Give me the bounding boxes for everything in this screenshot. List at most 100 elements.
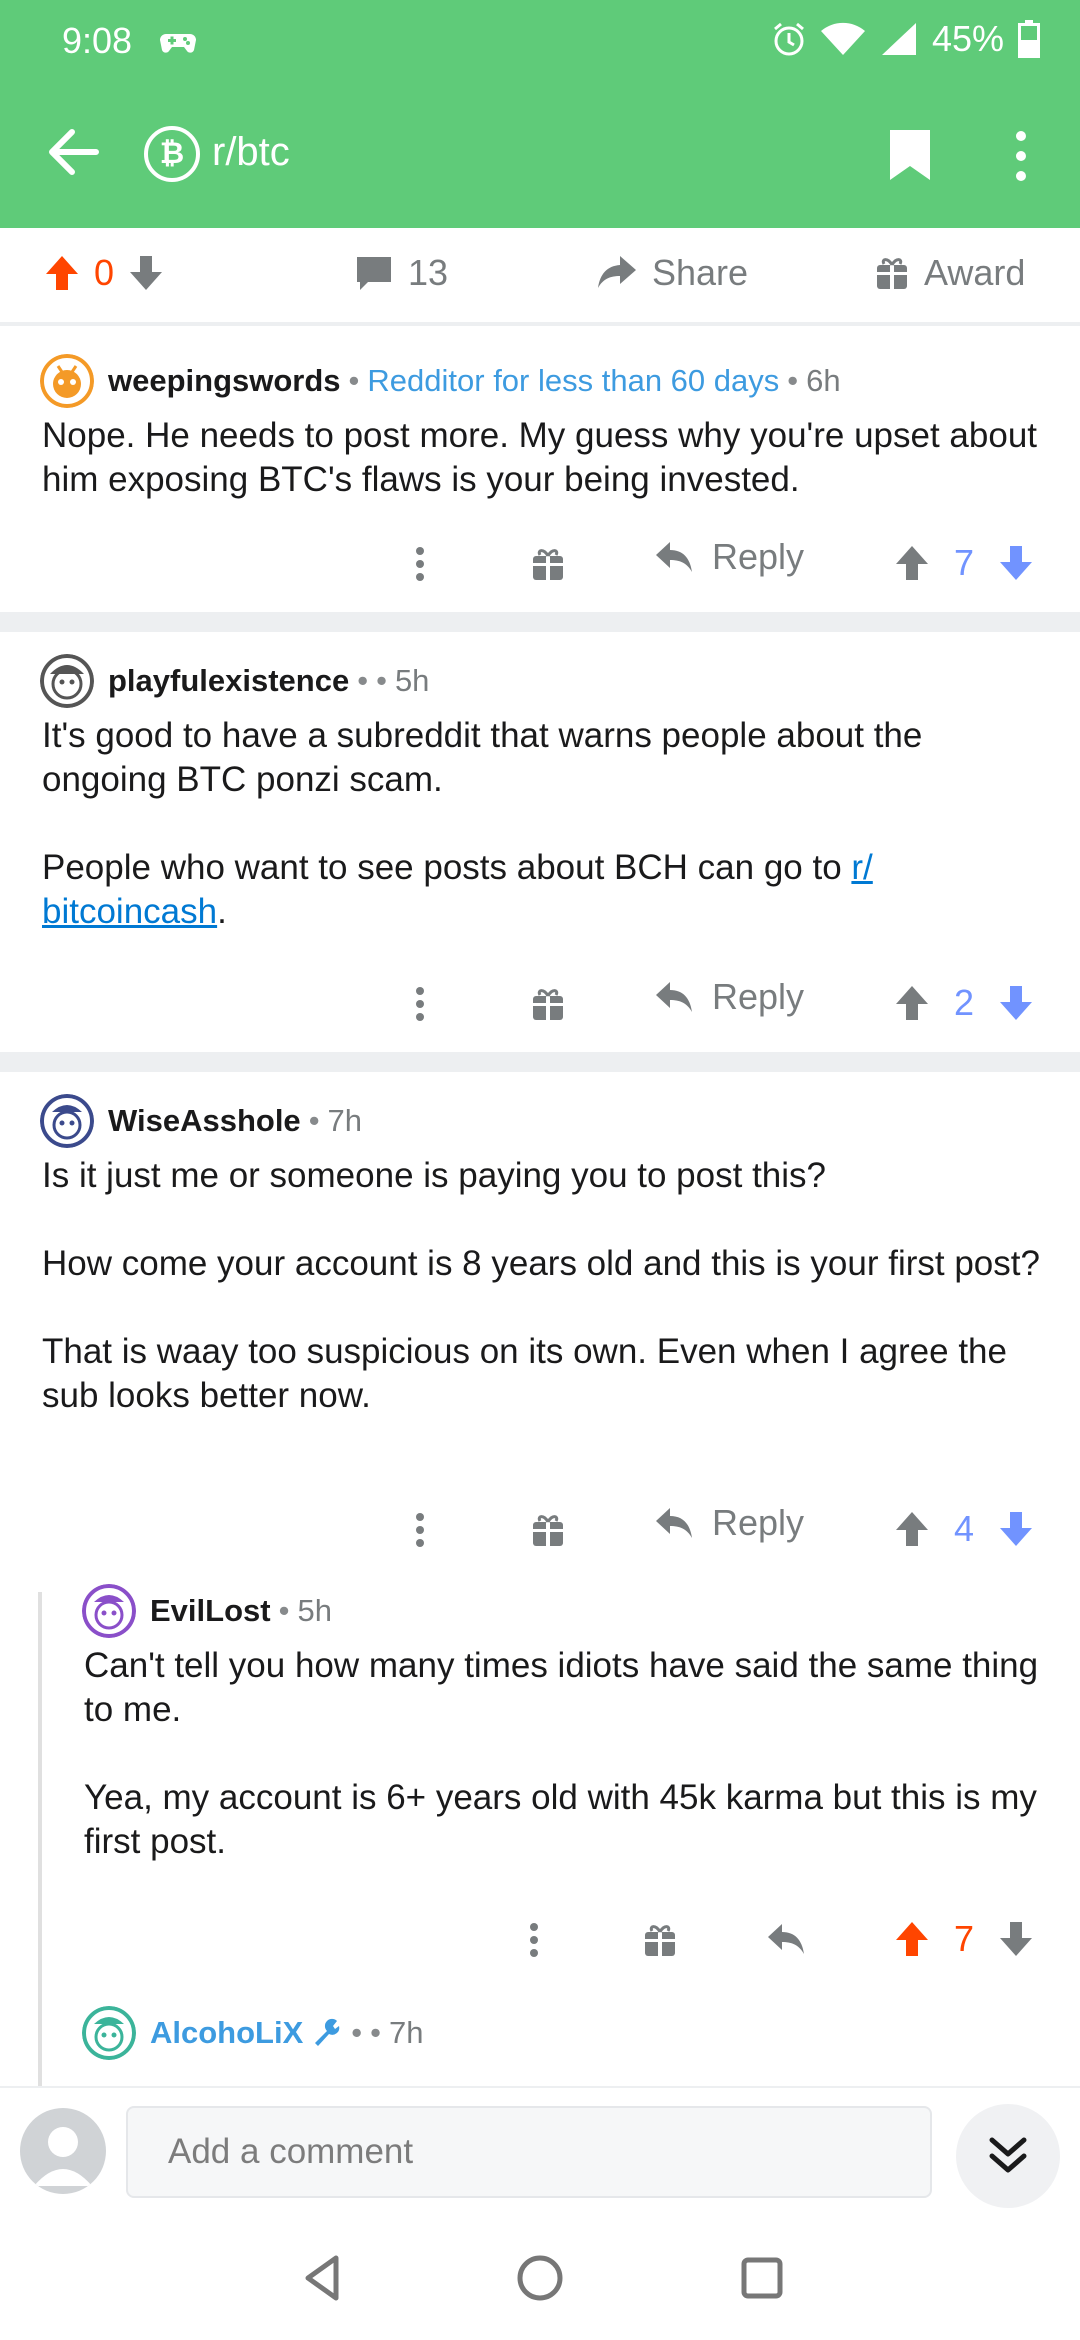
comment-text: How come your account is 8 years old and…: [42, 1244, 1040, 1283]
gift-icon[interactable]: [530, 1512, 566, 1548]
nav-back-icon[interactable]: [296, 2250, 352, 2306]
user-silhouette-icon: [34, 2127, 92, 2186]
comment-score: 7: [954, 1918, 975, 1959]
comment-author[interactable]: playfulexistence: [108, 663, 349, 699]
avatar[interactable]: [40, 354, 94, 408]
gift-icon[interactable]: [530, 986, 566, 1022]
comment-body: Nope. He needs to post more. My guess wh…: [42, 414, 1042, 502]
nav-recents-icon[interactable]: [734, 2250, 790, 2306]
comment-text: People who want to see posts about BCH c…: [42, 846, 1042, 934]
reply-button[interactable]: Reply: [654, 976, 804, 1018]
comment-age: 5h: [394, 663, 430, 698]
comment-separator: [0, 612, 1080, 632]
upvote-icon[interactable]: [894, 984, 930, 1022]
comment-text: That is waay too suspicious on its own. …: [42, 1332, 1007, 1415]
more-options-icon[interactable]: [414, 546, 426, 582]
comment-separator: [0, 1052, 1080, 1072]
status-bar: 9:08 45%: [0, 0, 1080, 80]
comment-weepingswords: weepingswords • Redditor for less than 6…: [0, 326, 1080, 612]
wifi-icon: [820, 22, 865, 55]
more-options-icon[interactable]: [528, 1922, 540, 1958]
comment-age: 6h: [806, 363, 841, 398]
gift-icon[interactable]: [530, 546, 566, 582]
reply-label: Reply: [712, 1502, 805, 1543]
meta-dot: •: [787, 363, 799, 398]
comment-meta: EvilLost • 5h: [82, 1584, 332, 1638]
double-chevron-down-icon: [989, 2137, 1027, 2173]
post-action-bar: 0 13 Share Award: [0, 228, 1080, 326]
avatar[interactable]: [40, 1094, 94, 1148]
battery-icon: [1018, 20, 1040, 58]
comment-text: Can't tell you how many times idiots hav…: [84, 1646, 1039, 1729]
comment-actions: Reply 7: [0, 536, 1080, 590]
upvote-icon[interactable]: [894, 1920, 930, 1958]
comment-alcoholix-meta: AlcohoLiX • • 7h: [82, 2006, 423, 2060]
reply-button[interactable]: Reply: [654, 536, 804, 578]
comment-age: 7h: [389, 2015, 424, 2050]
meta-dot: •: [370, 2015, 381, 2050]
comment-author[interactable]: weepingswords: [108, 363, 341, 399]
upvote-icon[interactable]: [894, 544, 930, 582]
downvote-icon[interactable]: [998, 984, 1034, 1022]
subreddit-name[interactable]: r/btc: [212, 130, 290, 175]
gift-icon[interactable]: [642, 1922, 678, 1958]
downvote-icon[interactable]: [128, 254, 164, 292]
post-vote-group: 0: [44, 252, 164, 294]
meta-dot: •: [357, 663, 369, 698]
comment-meta: WiseAsshole • 7h: [40, 1094, 362, 1148]
comment-author[interactable]: EvilLost: [150, 1593, 271, 1629]
gift-icon: [877, 258, 907, 289]
comment-author[interactable]: WiseAsshole: [108, 1103, 301, 1139]
more-options-icon[interactable]: [1006, 126, 1036, 186]
award-button[interactable]: Award: [874, 252, 1025, 294]
battery-percent: 45%: [931, 18, 1004, 59]
meta-dot: •: [376, 663, 387, 698]
meta-dot: •: [278, 1593, 290, 1628]
text-span: People who want to see posts about BCH c…: [42, 848, 852, 887]
comment-text: Yea, my account is 6+ years old with 45k…: [84, 1778, 1037, 1861]
system-navigation-bar: [0, 2216, 1080, 2340]
moderator-wrench-icon: [315, 2018, 340, 2046]
comment-score: 4: [954, 1508, 975, 1549]
comment-actions: 7: [0, 1912, 1080, 1966]
comment-wiseasshole: WiseAsshole • 7h Is it just me or someon…: [0, 1072, 1080, 2086]
reply-icon[interactable]: [766, 1922, 806, 1956]
comments-count: 13: [408, 252, 449, 293]
user-avatar[interactable]: [20, 2108, 106, 2194]
reply-button[interactable]: Reply: [654, 1502, 804, 1544]
bookmark-icon[interactable]: [886, 126, 934, 184]
status-right: 45%: [772, 18, 1040, 60]
bitcoin-icon: ₿: [144, 126, 200, 182]
comment-author[interactable]: AlcohoLiX: [150, 2015, 303, 2051]
nav-home-icon[interactable]: [512, 2250, 568, 2306]
jump-to-next-button[interactable]: [956, 2104, 1060, 2208]
post-score: 0: [94, 252, 115, 293]
more-options-icon[interactable]: [414, 986, 426, 1022]
comment-score: 2: [954, 982, 975, 1023]
signal-icon: [881, 23, 916, 55]
upvote-icon[interactable]: [44, 254, 80, 292]
add-comment-input[interactable]: Add a comment: [126, 2106, 932, 2198]
back-arrow-icon[interactable]: [44, 122, 104, 182]
more-options-icon[interactable]: [414, 1512, 426, 1548]
comments-count-button[interactable]: 13: [354, 252, 448, 294]
share-button[interactable]: Share: [596, 252, 748, 294]
link-part: r/: [851, 848, 873, 887]
downvote-icon[interactable]: [998, 544, 1034, 582]
comment-actions: Reply 4: [0, 1502, 1080, 1556]
reply-icon: [656, 982, 692, 1012]
alarm-icon: [773, 22, 804, 56]
meta-dot: •: [348, 363, 360, 398]
reply-label: Reply: [712, 976, 805, 1017]
upvote-icon[interactable]: [894, 1510, 930, 1548]
comment-body: Is it just me or someone is paying you t…: [42, 1154, 1062, 1418]
comment-body: Can't tell you how many times idiots hav…: [84, 1644, 1044, 1864]
avatar[interactable]: [82, 1584, 136, 1638]
downvote-icon[interactable]: [998, 1920, 1034, 1958]
gamepad-icon: [160, 34, 196, 53]
comment-text: Is it just me or someone is paying you t…: [42, 1156, 826, 1195]
user-flair: Redditor for less than 60 days: [367, 363, 780, 398]
downvote-icon[interactable]: [998, 1510, 1034, 1548]
avatar[interactable]: [82, 2006, 136, 2060]
avatar[interactable]: [40, 654, 94, 708]
